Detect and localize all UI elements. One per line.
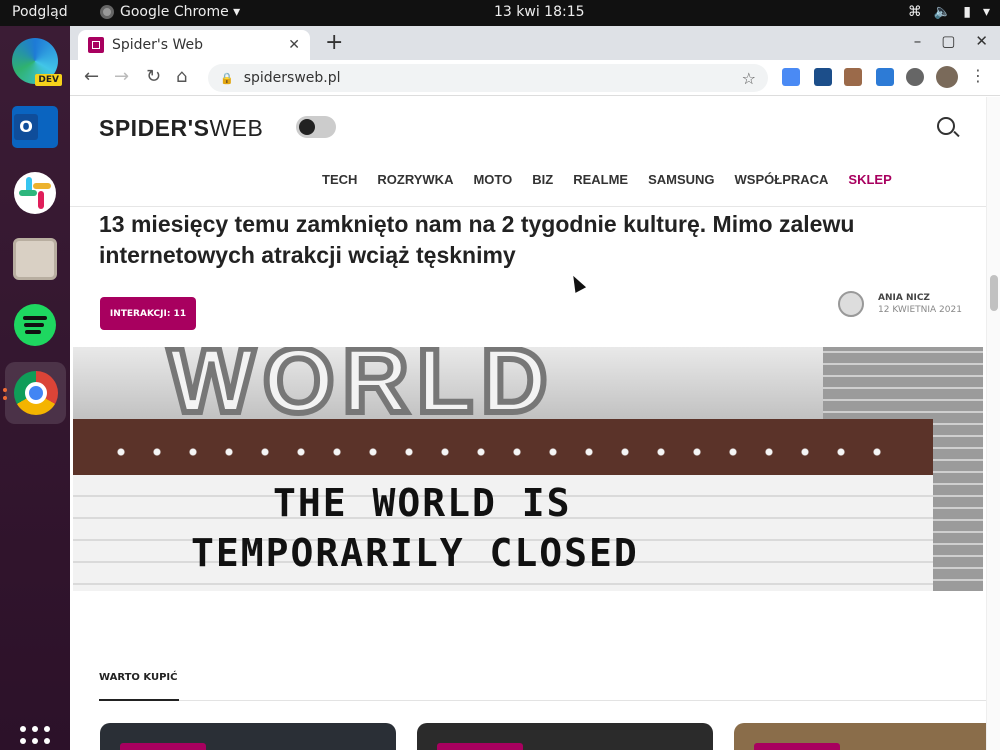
profile-avatar[interactable] [936, 66, 958, 88]
spotify-icon [14, 304, 56, 346]
bookmark-star-icon[interactable]: ☆ [742, 69, 756, 88]
home-button[interactable]: ⌂ [176, 66, 187, 87]
site-nav: TECH ROZRYWKA MOTO BIZ REALME SAMSUNG WS… [322, 172, 892, 187]
product-card[interactable] [734, 723, 986, 750]
minimize-button[interactable]: – [914, 32, 922, 50]
reload-button[interactable]: ↻ [146, 66, 161, 87]
interactions-button[interactable]: INTERAKCJI: 11 [100, 297, 196, 330]
section-title: WARTO KUPIĆ [99, 672, 178, 683]
system-menu-chevron-icon: ▾ [982, 4, 990, 20]
spiders-web-favicon-icon [88, 37, 104, 53]
network-icon: ⌘ [907, 4, 922, 20]
nav-item-moto[interactable]: MOTO [473, 172, 512, 187]
outlook-icon: O [12, 106, 58, 148]
chrome-icon [13, 371, 58, 415]
nav-item-sklep[interactable]: SKLEP [848, 172, 891, 187]
activities-button[interactable]: Podgląd [12, 4, 68, 20]
dock-item-edge-dev[interactable]: DEV [10, 36, 62, 86]
hero-marquee-line2: TEMPORARILY CLOSED [191, 531, 639, 575]
maximize-button[interactable]: ▢ [941, 32, 955, 50]
forward-button[interactable]: → [114, 66, 129, 87]
window-controls: – ▢ ✕ [914, 32, 988, 50]
slack-icon [14, 172, 56, 214]
section-underline [99, 699, 179, 701]
lock-icon[interactable]: 🔒 [220, 72, 234, 85]
nav-item-samsung[interactable]: SAMSUNG [648, 172, 714, 187]
app-menu[interactable]: Google Chrome ▾ [100, 4, 240, 20]
volume-icon: 🔈 [933, 4, 952, 20]
scrollbar-thumb[interactable] [990, 275, 998, 311]
back-button[interactable]: ← [84, 66, 99, 87]
card-badge [754, 743, 840, 750]
card-badge [437, 743, 523, 750]
tab-title: Spider's Web [112, 37, 204, 53]
app-menu-label: Google Chrome ▾ [120, 4, 241, 20]
browser-menu-icon[interactable]: ⋮ [970, 66, 986, 85]
tab-spiders-web[interactable]: Spider's Web ✕ [78, 30, 310, 60]
tab-strip: Spider's Web ✕ + – ▢ ✕ [70, 26, 1000, 60]
article-headline: 13 miesięcy temu zamknięto nam na 2 tygo… [99, 211, 855, 268]
article-date: 12 KWIETNIA 2021 [878, 305, 962, 315]
close-window-button[interactable]: ✕ [975, 32, 988, 50]
card-badge [120, 743, 206, 750]
header-divider [70, 206, 986, 207]
nav-item-biz[interactable]: BIZ [532, 172, 553, 187]
notes-extension-icon[interactable] [844, 68, 862, 86]
author-name[interactable]: ANIA NICZ [878, 293, 930, 303]
nav-item-tech[interactable]: TECH [322, 172, 357, 187]
running-indicator [3, 388, 7, 392]
battery-icon: ▮ [963, 4, 971, 20]
running-indicator [3, 396, 7, 400]
hero-marquee-line1: THE WORLD IS [273, 481, 572, 525]
site-logo[interactable]: SPIDER'SWEB [99, 115, 263, 142]
web-extension-icon[interactable] [876, 68, 894, 86]
section-divider [99, 700, 986, 701]
edge-dev-badge: DEV [35, 74, 62, 86]
url-text[interactable]: spidersweb.pl [244, 70, 341, 86]
dark-mode-toggle[interactable] [296, 116, 336, 138]
translate-extension-icon[interactable] [782, 68, 800, 86]
files-icon [13, 238, 57, 280]
edge-dev-icon: DEV [12, 38, 62, 86]
dock-item-slack[interactable] [10, 168, 60, 218]
outlook-letter: O [14, 114, 38, 140]
search-icon[interactable] [937, 117, 955, 135]
logo-bold-part: SPIDER'S [99, 115, 210, 141]
address-bar[interactable]: 🔒 spidersweb.pl ☆ [208, 64, 768, 92]
system-top-bar: Podgląd Google Chrome ▾ 13 kwi 18:15 ⌘ 🔈… [0, 0, 1000, 26]
pocket-extension-icon[interactable] [814, 68, 832, 86]
web-page: SPIDER'SWEB TECH ROZRYWKA MOTO BIZ REALM… [70, 97, 986, 750]
tab-close-icon[interactable]: ✕ [288, 37, 300, 53]
system-tray[interactable]: ⌘ 🔈 ▮ ▾ [908, 4, 990, 20]
hero-image: WORLD THE WORLD IS TEMPORARILY CLOSED [73, 347, 983, 591]
logo-light-part: WEB [209, 115, 264, 141]
dock-item-chrome[interactable] [5, 362, 66, 424]
product-card[interactable] [417, 723, 713, 750]
dock: DEV O [0, 26, 70, 750]
new-tab-button[interactable]: + [325, 30, 343, 55]
author-avatar[interactable] [838, 291, 864, 317]
dock-item-files[interactable] [10, 234, 60, 284]
browser-toolbar: ← → ↻ ⌂ 🔒 spidersweb.pl ☆ ⋮ [70, 60, 1000, 96]
dock-item-outlook[interactable]: O [10, 102, 60, 152]
dock-item-spotify[interactable] [10, 300, 60, 350]
page-scrollbar[interactable] [986, 97, 1000, 750]
nav-item-wspolpraca[interactable]: WSPÓŁPRACA [735, 172, 829, 187]
product-card[interactable] [100, 723, 396, 750]
clock[interactable]: 13 kwi 18:15 [494, 4, 585, 20]
nav-item-rozrywka[interactable]: ROZRYWKA [377, 172, 453, 187]
nav-item-realme[interactable]: REALME [573, 172, 628, 187]
chrome-icon [100, 5, 114, 19]
show-applications-icon[interactable] [20, 726, 50, 750]
extensions-puzzle-icon[interactable] [906, 68, 924, 86]
